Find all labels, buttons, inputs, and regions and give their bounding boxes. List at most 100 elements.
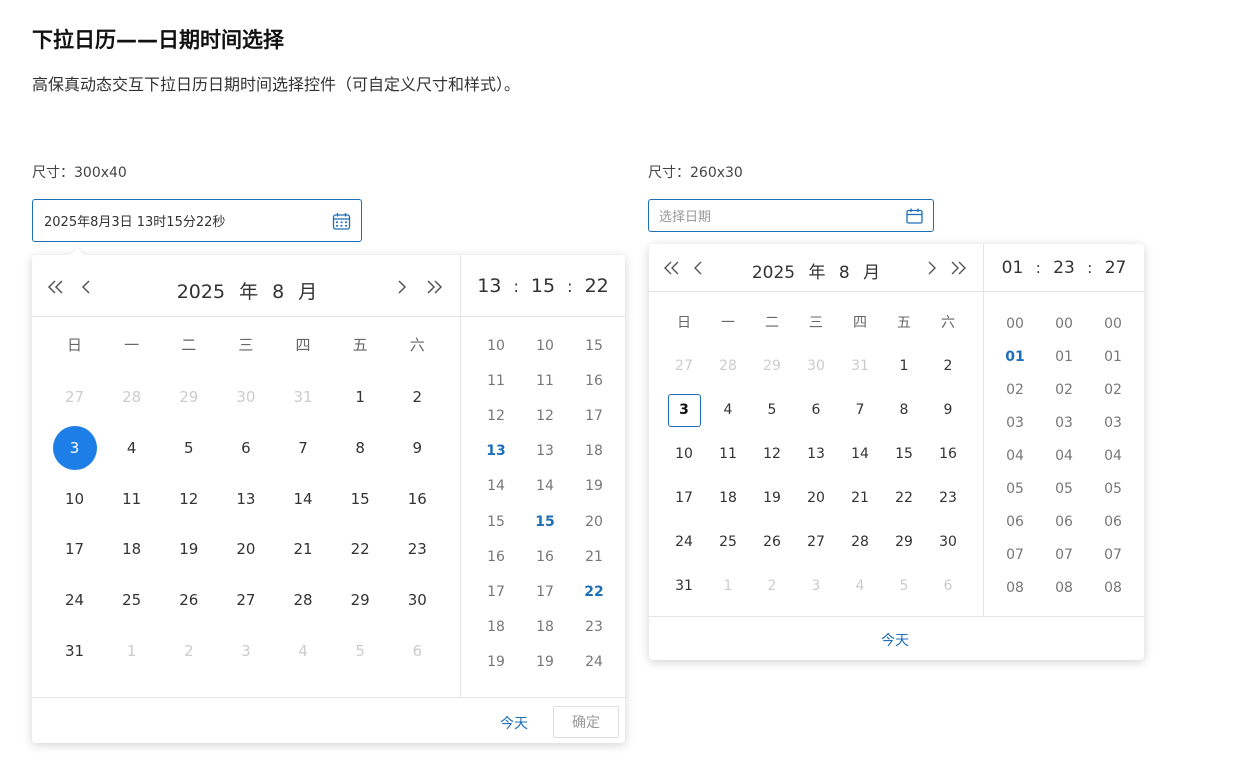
time-option[interactable]: 06 bbox=[1055, 505, 1073, 538]
day-cell[interactable]: 31 bbox=[275, 372, 332, 423]
day-cell[interactable]: 29 bbox=[332, 575, 389, 626]
day-cell[interactable]: 5 bbox=[750, 388, 794, 432]
day-cell[interactable]: 25 bbox=[103, 575, 160, 626]
time-option[interactable]: 13 bbox=[536, 434, 554, 469]
time-option[interactable]: 07 bbox=[1055, 538, 1073, 571]
time-option[interactable]: 16 bbox=[487, 539, 505, 574]
time-option[interactable]: 15 bbox=[535, 504, 554, 539]
day-cell[interactable]: 4 bbox=[706, 388, 750, 432]
today-link[interactable]: 今天 bbox=[500, 713, 528, 733]
time-option[interactable]: 15 bbox=[585, 328, 603, 363]
minute-column[interactable]: 00 01 02 03 04 05 06 07 08 bbox=[1039, 308, 1089, 604]
time-option[interactable]: 11 bbox=[536, 363, 554, 398]
month-year-title[interactable]: 2025 年 8 月 bbox=[152, 277, 342, 304]
day-cell[interactable]: 9 bbox=[389, 423, 446, 474]
day-cell[interactable]: 20 bbox=[794, 476, 838, 520]
time-option[interactable]: 17 bbox=[536, 574, 554, 609]
day-cell[interactable]: 6 bbox=[217, 423, 274, 474]
hour-column[interactable]: 00 01 02 03 04 05 06 07 08 bbox=[990, 308, 1040, 604]
day-cell[interactable]: 1 bbox=[332, 372, 389, 423]
time-option[interactable]: 00 bbox=[1055, 308, 1073, 341]
time-option[interactable]: 11 bbox=[487, 363, 505, 398]
time-option[interactable]: 04 bbox=[1006, 440, 1024, 473]
day-cell[interactable]: 23 bbox=[389, 524, 446, 575]
date-input-small[interactable]: 选择日期 bbox=[648, 199, 934, 232]
day-cell[interactable]: 28 bbox=[275, 575, 332, 626]
day-cell[interactable]: 22 bbox=[882, 476, 926, 520]
day-cell[interactable]: 30 bbox=[926, 520, 970, 564]
day-cell[interactable]: 14 bbox=[275, 473, 332, 524]
time-option[interactable]: 00 bbox=[1006, 308, 1024, 341]
day-cell[interactable]: 1 bbox=[706, 564, 750, 608]
chevron-right-icon[interactable] bbox=[927, 261, 937, 275]
time-option[interactable]: 06 bbox=[1006, 505, 1024, 538]
day-cell[interactable]: 27 bbox=[794, 520, 838, 564]
time-option[interactable]: 02 bbox=[1104, 374, 1122, 407]
time-option[interactable]: 16 bbox=[585, 363, 603, 398]
double-chevron-left-icon[interactable] bbox=[46, 279, 66, 295]
day-cell[interactable]: 27 bbox=[46, 372, 103, 423]
time-option[interactable]: 05 bbox=[1055, 472, 1073, 505]
day-cell[interactable]: 4 bbox=[838, 564, 882, 608]
time-option[interactable]: 12 bbox=[487, 398, 505, 433]
day-cell[interactable]: 2 bbox=[389, 372, 446, 423]
day-cell[interactable]: 7 bbox=[275, 423, 332, 474]
day-cell[interactable]: 5 bbox=[160, 423, 217, 474]
time-option[interactable]: 24 bbox=[585, 645, 603, 680]
day-cell[interactable]: 1 bbox=[103, 625, 160, 676]
day-cell[interactable]: 6 bbox=[794, 388, 838, 432]
time-option[interactable]: 07 bbox=[1006, 538, 1024, 571]
chevron-left-icon[interactable] bbox=[693, 261, 703, 275]
time-option[interactable]: 01 bbox=[1104, 341, 1122, 374]
day-cell[interactable]: 2 bbox=[926, 344, 970, 388]
double-chevron-left-icon[interactable] bbox=[663, 261, 681, 275]
day-cell[interactable]: 23 bbox=[926, 476, 970, 520]
day-cell[interactable]: 3 bbox=[794, 564, 838, 608]
time-option[interactable]: 18 bbox=[536, 610, 554, 645]
day-cell[interactable]: 15 bbox=[332, 473, 389, 524]
day-cell[interactable]: 26 bbox=[750, 520, 794, 564]
day-cell[interactable]: 11 bbox=[103, 473, 160, 524]
day-cell[interactable]: 13 bbox=[794, 432, 838, 476]
day-cell[interactable]: 10 bbox=[46, 473, 103, 524]
day-cell[interactable]: 9 bbox=[926, 388, 970, 432]
time-option[interactable]: 16 bbox=[536, 539, 554, 574]
time-option[interactable]: 23 bbox=[585, 610, 603, 645]
calendar-icon[interactable] bbox=[906, 208, 923, 228]
time-option[interactable]: 19 bbox=[487, 645, 505, 680]
minute-column[interactable]: 10 11 12 13 14 15 16 17 18 19 bbox=[520, 328, 570, 680]
day-cell[interactable]: 31 bbox=[838, 344, 882, 388]
day-cell[interactable]: 21 bbox=[838, 476, 882, 520]
day-cell[interactable]: 27 bbox=[662, 344, 706, 388]
day-cell[interactable]: 30 bbox=[389, 575, 446, 626]
second-column[interactable]: 15 16 17 18 19 20 21 22 23 24 bbox=[569, 328, 619, 680]
time-option[interactable]: 05 bbox=[1104, 472, 1122, 505]
day-cell[interactable]: 28 bbox=[838, 520, 882, 564]
time-option[interactable]: 03 bbox=[1055, 407, 1073, 440]
day-cell[interactable]: 31 bbox=[46, 625, 103, 676]
month-year-title[interactable]: 2025 年 8 月 bbox=[731, 258, 901, 283]
day-cell[interactable]: 29 bbox=[750, 344, 794, 388]
day-cell[interactable]: 8 bbox=[332, 423, 389, 474]
second-column[interactable]: 00 01 02 03 04 05 06 07 08 bbox=[1088, 308, 1138, 604]
time-option[interactable]: 08 bbox=[1055, 571, 1073, 604]
day-cell[interactable]: 30 bbox=[217, 372, 274, 423]
day-cell[interactable]: 28 bbox=[103, 372, 160, 423]
day-cell[interactable]: 16 bbox=[926, 432, 970, 476]
day-cell[interactable]: 14 bbox=[838, 432, 882, 476]
double-chevron-right-icon[interactable] bbox=[949, 261, 967, 275]
time-option[interactable]: 04 bbox=[1055, 440, 1073, 473]
day-cell[interactable]: 17 bbox=[662, 476, 706, 520]
time-option[interactable]: 08 bbox=[1104, 571, 1122, 604]
day-cell[interactable]: 27 bbox=[217, 575, 274, 626]
time-option[interactable]: 01 bbox=[1055, 341, 1073, 374]
day-cell[interactable]: 11 bbox=[706, 432, 750, 476]
confirm-button[interactable]: 确定 bbox=[553, 706, 619, 738]
day-cell[interactable]: 29 bbox=[160, 372, 217, 423]
day-cell[interactable]: 22 bbox=[332, 524, 389, 575]
time-option[interactable]: 18 bbox=[585, 434, 603, 469]
day-cell[interactable]: 17 bbox=[46, 524, 103, 575]
day-cell[interactable]: 10 bbox=[662, 432, 706, 476]
day-cell[interactable]: 12 bbox=[750, 432, 794, 476]
time-option[interactable]: 14 bbox=[536, 469, 554, 504]
